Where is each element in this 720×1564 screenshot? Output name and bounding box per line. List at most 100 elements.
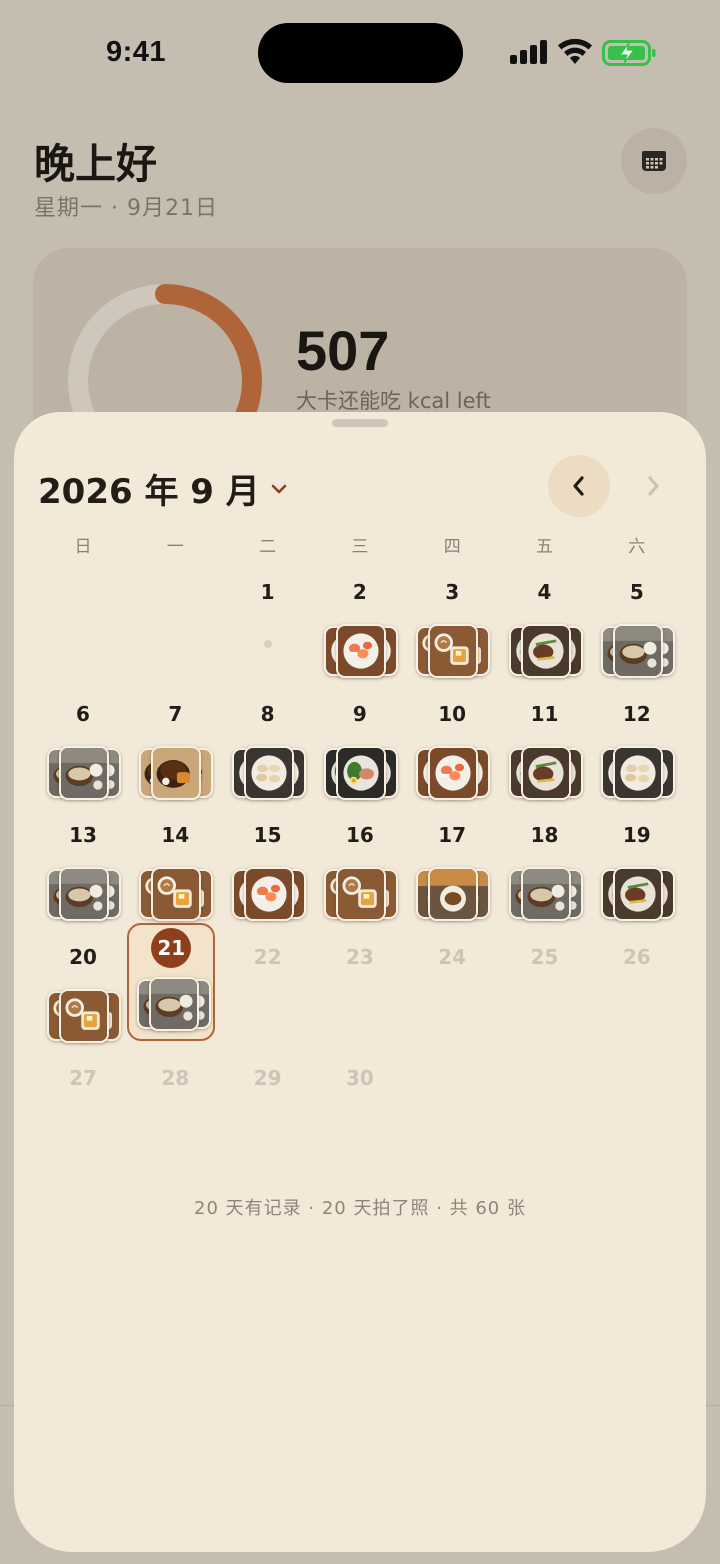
meal-photo-thumbnail: [243, 867, 294, 921]
calendar-day-18[interactable]: 18: [499, 817, 591, 929]
calendar-day-15[interactable]: 15: [222, 817, 314, 929]
meal-photo-thumbnail: [612, 745, 663, 800]
calendar-day-7[interactable]: 7: [129, 696, 221, 808]
calendar-day-10[interactable]: 10: [406, 696, 498, 808]
meal-photo-thumbnail: [520, 624, 571, 678]
no-photo-dot: [263, 640, 272, 648]
greeting-title: 晚上好: [34, 140, 157, 188]
calendar-day-21[interactable]: 21: [127, 922, 216, 1041]
meal-photo-stack: [135, 976, 213, 1031]
weekday-label: 六: [628, 537, 646, 557]
day-number: 29: [253, 1066, 282, 1090]
calendar-day-5[interactable]: 5: [591, 574, 683, 686]
calendar-day-12[interactable]: 12: [591, 696, 683, 808]
meal-photo-thumbnail: [612, 867, 663, 921]
calendar-day-19[interactable]: 19: [591, 817, 683, 929]
calendar-day-9[interactable]: 9: [314, 696, 406, 808]
day-number: 16: [345, 823, 374, 847]
calendar-day-23: 23: [314, 939, 406, 1051]
day-number: 20: [69, 944, 97, 969]
date-subtitle: 星期一 · 9月21日: [34, 196, 218, 221]
month-title: 2026 年 9 月: [38, 472, 260, 512]
day-number: 5: [629, 580, 644, 604]
calendar-button[interactable]: [621, 128, 687, 194]
sheet-grabber[interactable]: [332, 419, 388, 427]
calendar-day-13[interactable]: 13: [37, 817, 129, 929]
weekday-label: 四: [443, 537, 461, 557]
meal-photo-stack: [507, 624, 585, 678]
day-number: 13: [69, 823, 97, 847]
calendar-day-14[interactable]: 14: [129, 817, 221, 929]
month-stats: 20 天有记录 · 20 天拍了照 · 共 60 张: [194, 1198, 526, 1219]
day-number: 2: [352, 580, 367, 604]
weekday-label: 一: [166, 537, 184, 557]
meal-photo-stack: [45, 867, 123, 921]
day-number: 25: [530, 944, 559, 969]
wifi-icon: [558, 38, 592, 64]
day-number: 12: [622, 701, 651, 726]
calendar-day-16[interactable]: 16: [314, 817, 406, 929]
calendar-day-2[interactable]: 2: [314, 574, 406, 686]
calendar-day-8[interactable]: 8: [222, 696, 314, 808]
cellular-signal-icon: [510, 40, 548, 64]
meal-photo-stack: [322, 624, 400, 678]
calendar-day-4[interactable]: 4: [499, 574, 591, 686]
day-number: 17: [438, 823, 467, 847]
calendar-day-17[interactable]: 17: [406, 817, 498, 929]
kcal-remaining-label: 大卡还能吃 kcal left: [296, 389, 491, 413]
day-number: 26: [622, 944, 651, 969]
day-number: 22: [253, 944, 282, 969]
calendar-day-24: 24: [406, 939, 498, 1051]
meal-photo-thumbnail: [151, 867, 202, 921]
meal-photo-thumbnail: [335, 624, 386, 678]
weekday-header: 日一二三四五六: [37, 532, 683, 557]
calendar-day-20[interactable]: 20: [37, 939, 129, 1051]
meal-photo-stack: [322, 867, 400, 921]
meal-photo-thumbnail: [428, 867, 479, 921]
day-number: 14: [161, 823, 190, 847]
meal-photo-stack: [599, 624, 677, 678]
meal-photo-stack: [414, 624, 492, 678]
meal-photo-thumbnail: [428, 745, 479, 800]
previous-month-button[interactable]: [548, 455, 610, 517]
weekday-label: 五: [536, 537, 553, 557]
kcal-remaining-value: 507: [296, 319, 390, 382]
day-number: 11: [530, 701, 559, 726]
day-number: 8: [260, 701, 275, 726]
day-number: 1: [260, 580, 275, 604]
calendar-day-11[interactable]: 11: [499, 696, 591, 808]
calendar-day-3[interactable]: 3: [406, 574, 498, 686]
meal-photo-stack: [137, 867, 215, 921]
today-badge: 21: [151, 927, 192, 968]
calendar-grid-icon: [642, 151, 666, 171]
calendar-day-29: 29: [222, 1060, 314, 1172]
calendar-day-6[interactable]: 6: [37, 696, 129, 808]
weekday-label: 日: [74, 537, 92, 557]
calendar-day-30: 30: [314, 1060, 406, 1172]
month-picker[interactable]: 2026 年 9 月: [38, 464, 288, 513]
day-number: 27: [69, 1066, 97, 1090]
calendar-day-25: 25: [499, 939, 591, 1051]
meal-photo-stack: [322, 745, 400, 800]
day-number: 9: [352, 701, 367, 726]
day-number: 15: [253, 823, 282, 847]
meal-photo-stack: [414, 745, 492, 800]
status-time: 9:41: [106, 36, 167, 68]
day-number: 30: [345, 1066, 374, 1090]
day-number: 24: [438, 944, 467, 969]
calendar-day-28: 28: [129, 1060, 221, 1172]
meal-photo-stack: [507, 867, 585, 921]
meal-photo-thumbnail: [243, 745, 294, 800]
meal-photo-stack: [45, 745, 123, 800]
meal-photo-stack: [137, 745, 215, 800]
day-number: 3: [445, 580, 460, 604]
calendar-day-1[interactable]: 1: [222, 574, 314, 686]
meal-photo-thumbnail: [612, 624, 663, 678]
day-number: 10: [438, 701, 467, 726]
weekday-label: 三: [351, 537, 369, 557]
day-number: 19: [622, 823, 651, 847]
meal-photo-thumbnail: [335, 745, 386, 800]
next-month-button[interactable]: [622, 455, 684, 517]
meal-photo-thumbnail: [151, 745, 202, 800]
meal-photo-stack: [45, 988, 123, 1043]
